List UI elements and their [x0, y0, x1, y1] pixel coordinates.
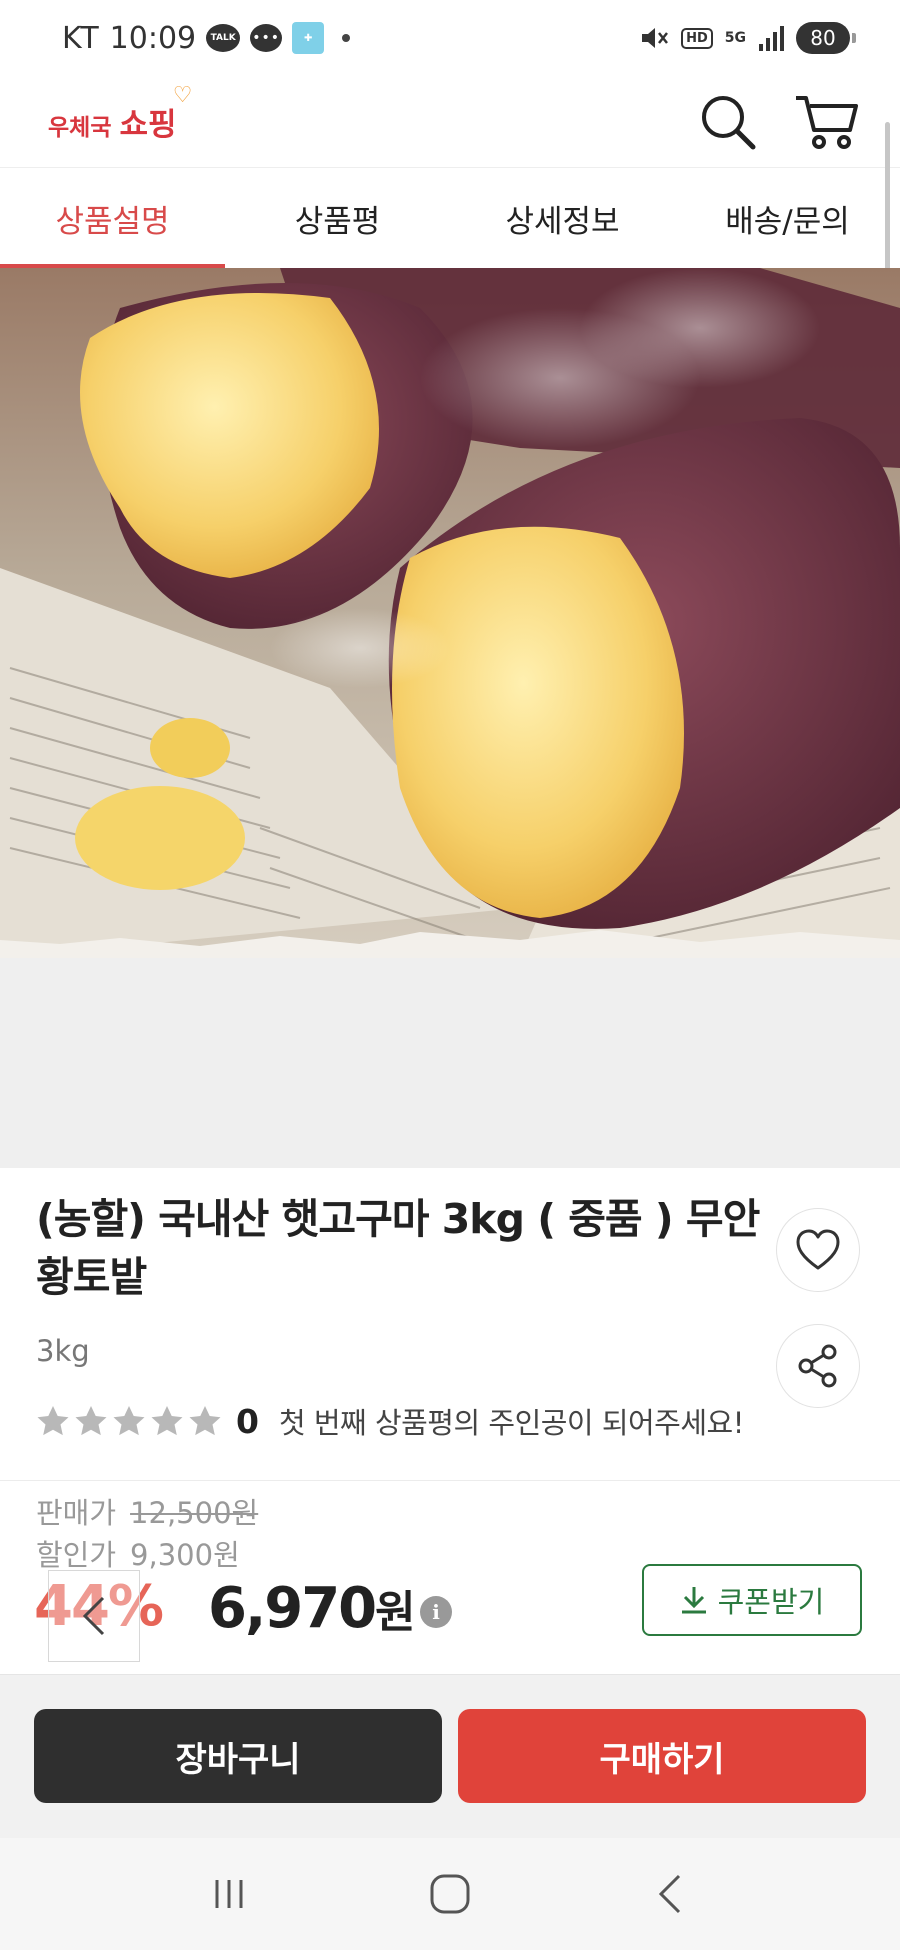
back-icon[interactable] [651, 1872, 691, 1916]
rating-row[interactable]: 0 첫 번째 상품평의 주인공이 되어주세요! [36, 1400, 744, 1442]
share-icon [798, 1344, 837, 1388]
tab-shipping-inquiry[interactable]: 배송/문의 [675, 168, 900, 268]
star-icon [189, 1406, 221, 1436]
star-icon [151, 1406, 183, 1436]
post-office-shopping-logo[interactable]: 우체국 쇼핑 ♡ [48, 83, 193, 144]
product-page: KT 10:09 TALK ••• ✚ HD 5G 80 우체국 쇼핑 ♡ 상품… [0, 0, 900, 1950]
buy-now-button[interactable]: 구매하기 [458, 1709, 866, 1803]
image-bottom-padding [0, 958, 900, 1168]
download-icon [681, 1587, 706, 1614]
search-icon[interactable] [698, 92, 758, 152]
system-navigation-bar [0, 1838, 900, 1950]
app-notification-icon: ✚ [292, 22, 325, 54]
coupon-label: 쿠폰받기 [717, 1585, 825, 1619]
discount-price: 9,300원 [130, 1538, 240, 1572]
final-price: 6,970원 [208, 1576, 416, 1641]
home-icon[interactable] [428, 1872, 472, 1916]
get-coupon-button[interactable]: 쿠폰받기 [642, 1564, 862, 1636]
final-price-unit: 원 [375, 1587, 416, 1638]
final-price-amount: 6,970 [208, 1576, 377, 1641]
recent-apps-icon[interactable] [209, 1874, 249, 1914]
star-icon [113, 1406, 145, 1436]
carrier-label: KT [62, 20, 100, 56]
signal-icon [759, 26, 784, 51]
logo-heart-icon: ♡ [172, 83, 193, 108]
purchase-action-bar: 장바구니 구매하기 [0, 1674, 900, 1838]
floating-back-button[interactable] [48, 1570, 140, 1662]
logo-small-text: 우체국 [48, 115, 112, 141]
status-bar: KT 10:09 TALK ••• ✚ HD 5G 80 [0, 0, 900, 76]
kakaotalk-icon: TALK [206, 24, 241, 52]
network-type-icon: 5G [724, 29, 746, 46]
tab-description[interactable]: 상품설명 [0, 168, 225, 268]
add-to-cart-button[interactable]: 장바구니 [34, 1709, 442, 1803]
product-weight: 3kg [36, 1334, 90, 1368]
message-icon: ••• [250, 24, 283, 52]
share-button[interactable] [776, 1324, 860, 1408]
review-count: 0 [236, 1401, 259, 1441]
section-divider [0, 1480, 900, 1481]
battery-icon: 80 [796, 22, 856, 54]
product-tabs: 상품설명 상품평 상세정보 배송/문의 [0, 168, 900, 268]
product-image [0, 268, 900, 958]
discount-price-label: 할인가 [36, 1538, 117, 1572]
product-title: (농할) 국내산 햇고구마 3kg ( 중품 ) 무안 황토밭 [36, 1195, 760, 1301]
tab-details[interactable]: 상세정보 [450, 168, 675, 268]
hd-voice-icon: HD [681, 27, 713, 49]
heart-icon [796, 1229, 840, 1270]
tab-reviews[interactable]: 상품평 [225, 168, 450, 268]
wishlist-button[interactable] [776, 1208, 860, 1292]
chevron-left-icon [82, 1596, 105, 1636]
mute-icon [642, 28, 669, 48]
star-icon [75, 1406, 107, 1436]
sale-price: 12,500원 [130, 1496, 259, 1530]
sale-price-row: 판매가 12,500원 [36, 1490, 258, 1532]
price-info-icon[interactable]: i [420, 1596, 452, 1628]
sweet-potato-photo [0, 268, 900, 958]
discount-price-row: 할인가 9,300원 [36, 1532, 240, 1574]
star-icon [37, 1406, 69, 1436]
sale-price-label: 판매가 [36, 1496, 117, 1530]
more-notifications-dot [342, 34, 351, 42]
star-rating [36, 1405, 222, 1437]
review-prompt: 첫 번째 상품평의 주인공이 되어주세요! [278, 1406, 744, 1440]
app-header: 우체국 쇼핑 ♡ [0, 76, 900, 168]
cart-icon[interactable] [794, 92, 860, 152]
logo-big-text: 쇼핑 [119, 107, 177, 143]
clock: 10:09 [109, 20, 197, 56]
